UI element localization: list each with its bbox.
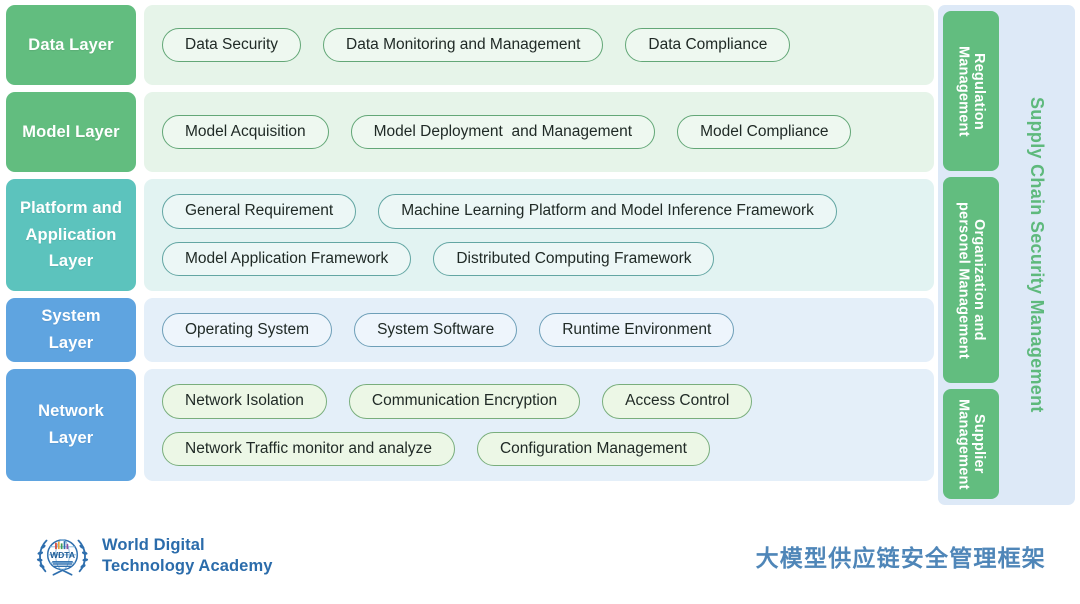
layer-body-platform: General Requirement Machine Learning Pla…: [144, 179, 934, 291]
wdta-emblem-icon: WDTA: [34, 528, 91, 585]
layer-body-data: Data Security Data Monitoring and Manage…: [144, 5, 934, 85]
sidebar-box-line1: Regulation: [971, 52, 987, 130]
layer-label-text-line2: Layer: [48, 334, 94, 352]
brand-name-line2: Technology Academy: [102, 557, 273, 575]
capability-pill[interactable]: Runtime Environment: [539, 312, 735, 348]
capability-pill[interactable]: Machine Learning Platform and Model Infe…: [378, 193, 837, 229]
capability-pill[interactable]: Operating System: [162, 312, 333, 348]
brand-name-line1: World Digital: [102, 535, 205, 554]
footer: WDTA World Digital Technology Academy 大模…: [0, 508, 1080, 604]
sidebar-box-organization-personel-management[interactable]: Organization and personel Management: [943, 177, 999, 383]
layer-label-text-line2: Layer: [48, 429, 94, 447]
brand-lockup: WDTA World Digital Technology Academy: [34, 528, 273, 585]
layer-label-model: Model Layer: [6, 92, 136, 172]
sidebar-title-text: Supply Chain Security Management: [1027, 97, 1047, 413]
layer-label-text-line3: Layer: [48, 252, 94, 271]
capability-pill[interactable]: Communication Encryption: [348, 383, 581, 419]
layer-label-text-line1: Network: [38, 402, 104, 421]
layer-row-platform: Platform and Application Layer General R…: [6, 179, 934, 291]
capability-pill[interactable]: Network Traffic monitor and analyze: [162, 431, 455, 467]
layer-body-system: Operating System System Software Runtime…: [144, 298, 934, 362]
layer-body-network: Network Isolation Communication Encrypti…: [144, 369, 934, 481]
layer-label-system: System Layer: [6, 298, 136, 362]
capability-pill[interactable]: Data Security: [162, 27, 302, 63]
document-title-cn: 大模型供应链安全管理框架: [755, 546, 1046, 572]
layer-label-text: Model Layer: [22, 122, 120, 141]
capability-pill[interactable]: Network Isolation: [162, 383, 327, 419]
capability-pill[interactable]: System Software: [354, 312, 518, 348]
sidebar-box-regulation-management[interactable]: Regulation Management: [943, 11, 999, 171]
capability-pill[interactable]: Model Acquisition: [162, 114, 329, 150]
layer-label-platform: Platform and Application Layer: [6, 179, 136, 291]
framework-diagram: Data Layer Data Security Data Monitoring…: [0, 0, 1080, 604]
layer-row-system: System Layer Operating System System Sof…: [6, 298, 934, 362]
capability-pill[interactable]: Data Monitoring and Management: [323, 27, 604, 63]
capability-pill[interactable]: Model Deployment and Management: [350, 114, 656, 150]
layer-label-text-line1: Platform and: [19, 198, 123, 217]
sidebar-box-line2: Management: [955, 45, 972, 137]
capability-pill[interactable]: Access Control: [602, 383, 753, 419]
layer-label-text: Data Layer: [28, 35, 114, 54]
capability-pill[interactable]: Distributed Computing Framework: [433, 241, 715, 277]
sidebar-box-line2: personel Management: [955, 201, 972, 359]
supply-chain-sidebar: Regulation Management Organization and p…: [938, 5, 1075, 505]
layer-label-text-line1: System: [41, 307, 101, 326]
layer-row-data: Data Layer Data Security Data Monitoring…: [6, 5, 934, 85]
capability-pill[interactable]: Model Application Framework: [162, 241, 412, 277]
capability-pill[interactable]: Configuration Management: [476, 431, 710, 467]
layer-row-model: Model Layer Model Acquisition Model Depl…: [6, 92, 934, 172]
sidebar-box-supplier-management[interactable]: Supplier Management: [943, 389, 999, 499]
capability-pill[interactable]: General Requirement: [162, 193, 357, 229]
svg-text:WDTA: WDTA: [50, 550, 75, 560]
layer-body-model: Model Acquisition Model Deployment and M…: [144, 92, 934, 172]
sidebar-box-line1: Organization and: [971, 219, 987, 341]
layer-row-network: Network Layer Network Isolation Communic…: [6, 369, 934, 481]
capability-pill[interactable]: Model Compliance: [677, 114, 852, 150]
layer-stack: Data Layer Data Security Data Monitoring…: [6, 5, 934, 505]
capability-pill[interactable]: Data Compliance: [625, 27, 791, 63]
sidebar-box-line2: Management: [955, 398, 972, 490]
sidebar-title: Supply Chain Security Management: [1003, 11, 1070, 499]
sidebar-box-list: Regulation Management Organization and p…: [943, 11, 999, 499]
sidebar-box-line1: Supplier: [971, 414, 987, 474]
brand-name: World Digital Technology Academy: [102, 535, 273, 577]
layer-label-data: Data Layer: [6, 5, 136, 85]
layer-label-network: Network Layer: [6, 369, 136, 481]
layer-label-text-line2: Application: [25, 225, 117, 244]
